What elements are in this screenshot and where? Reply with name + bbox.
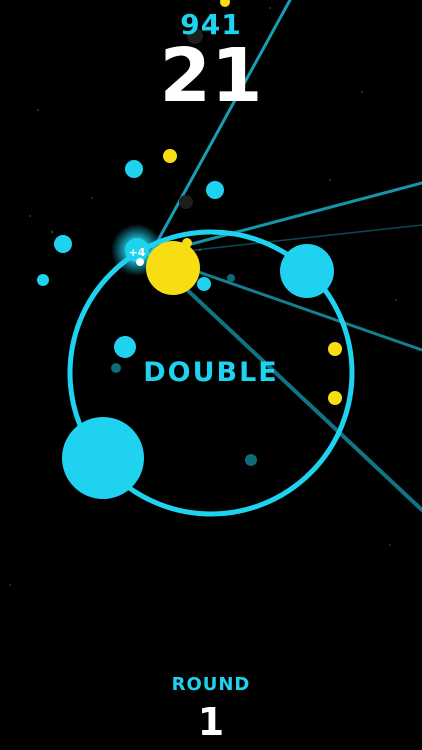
yellow-dot xyxy=(328,342,342,356)
yellow-ball xyxy=(146,241,200,295)
cyan-dot xyxy=(125,160,143,178)
star xyxy=(9,584,11,586)
yellow-dot xyxy=(220,0,230,7)
cyan-dot xyxy=(197,277,211,291)
star xyxy=(29,215,31,217)
cyan-dot xyxy=(206,181,224,199)
current-score: 21 xyxy=(159,33,263,119)
star xyxy=(91,197,93,199)
round-value: 1 xyxy=(197,700,225,744)
star xyxy=(329,179,331,181)
faint-dot xyxy=(179,195,193,209)
game-stage[interactable]: +4 941 21 DOUBLE ROUND 1 xyxy=(0,0,422,750)
mode-label: DOUBLE xyxy=(143,357,279,388)
cyan-dots xyxy=(37,160,334,499)
round-label: ROUND xyxy=(171,674,251,695)
cyan-dot xyxy=(37,274,49,286)
cyan-dot xyxy=(62,417,144,499)
yellow-dot xyxy=(163,149,177,163)
cyan-dot xyxy=(114,336,136,358)
cyan-dot xyxy=(280,244,334,298)
player-highlight xyxy=(136,258,144,266)
bonus-popup: +4 xyxy=(129,246,146,259)
faint-dot xyxy=(245,454,257,466)
yellow-dot xyxy=(328,391,342,405)
star xyxy=(395,299,397,301)
star xyxy=(50,230,54,234)
faint-dot xyxy=(227,274,235,282)
cyan-dot xyxy=(54,235,72,253)
star xyxy=(389,544,391,546)
